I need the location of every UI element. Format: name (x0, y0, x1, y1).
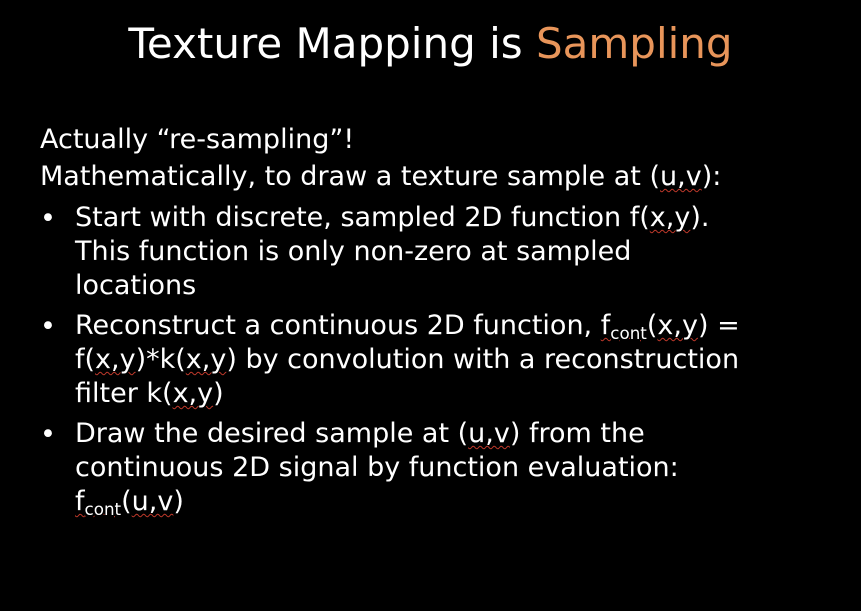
b2-sub: cont (610, 323, 647, 344)
b3-text-b: ) from the (509, 418, 645, 449)
title-prefix: Texture Mapping is (128, 19, 536, 68)
slide-body: Actually “re-sampling”! Mathematically, … (40, 122, 840, 525)
slide: Texture Mapping is Sampling Actually “re… (0, 0, 861, 611)
bullet-3-line-3: fcont(u,v) (75, 485, 840, 519)
bullet-3-line-2: continuous 2D signal by function evaluat… (75, 452, 679, 483)
b1-text-b: ). (690, 202, 710, 233)
b2-fcont: fcont (601, 310, 647, 341)
b1-xy: x,y (649, 202, 691, 233)
b2-open: ( (646, 310, 658, 341)
b2-text-a: Reconstruct a continuous 2D function, (75, 310, 601, 341)
b2-l3-xy: x,y (172, 378, 214, 409)
bullet-1-line-3: locations (75, 270, 197, 301)
b3-fcont: fcont (75, 486, 121, 517)
b3-f: f (75, 486, 85, 517)
slide-title: Texture Mapping is Sampling (0, 14, 861, 74)
b1-text-a: Start with discrete, sampled 2D function… (75, 202, 650, 233)
b2-f: f (600, 310, 611, 341)
b3-text-a: Draw the desired sample at ( (75, 418, 469, 449)
bullet-item-3: • Draw the desired sample at (u,v) from … (40, 417, 840, 519)
bullet-dot-3: • (40, 419, 56, 450)
math-suffix: ): (701, 161, 722, 192)
b2-l2-c: ) by convolution with a reconstruction (226, 344, 740, 375)
bullet-dot-2: • (40, 311, 56, 342)
b3-open: ( (121, 486, 132, 517)
b3-sub: cont (84, 499, 122, 520)
b3-uv-final: u,v (131, 486, 174, 517)
b2-l2-xy2: x,y (185, 344, 227, 375)
intro-line: Actually “re-sampling”! (40, 124, 355, 155)
b2-text-b: ) = (697, 310, 740, 341)
bullet-2-line-3: filter k(x,y) (75, 377, 840, 411)
math-line: Mathematically, to draw a texture sample… (40, 159, 840, 195)
b2-l2-xy1: x,y (95, 344, 136, 375)
bullet-3-line-1: Draw the desired sample at (u,v) from th… (75, 417, 840, 451)
bullet-2-line-1: Reconstruct a continuous 2D function, fc… (75, 309, 840, 343)
math-uv: u,v (660, 161, 702, 192)
bullet-1-line-1: Start with discrete, sampled 2D function… (75, 201, 840, 235)
bullet-1-line-2: This function is only non-zero at sample… (75, 236, 632, 267)
bullet-dot-1: • (40, 203, 56, 234)
b3-uv: u,v (468, 418, 510, 449)
math-prefix: Mathematically, to draw a texture sample… (40, 161, 660, 192)
bullet-item-2: • Reconstruct a continuous 2D function, … (40, 309, 840, 411)
bullet-item-1: • Start with discrete, sampled 2D functi… (40, 201, 840, 303)
b3-close: ) (173, 486, 184, 517)
b2-xy: x,y (657, 310, 698, 341)
b2-l2-b: )*k( (135, 344, 186, 375)
bullet-2-line-2: f(x,y)*k(x,y) by convolution with a reco… (75, 343, 840, 377)
title-highlight: Sampling (536, 19, 733, 68)
b2-l3-a: filter k( (75, 378, 173, 409)
b2-l3-b: ) (213, 378, 224, 409)
b2-l2-a: f( (75, 344, 96, 375)
